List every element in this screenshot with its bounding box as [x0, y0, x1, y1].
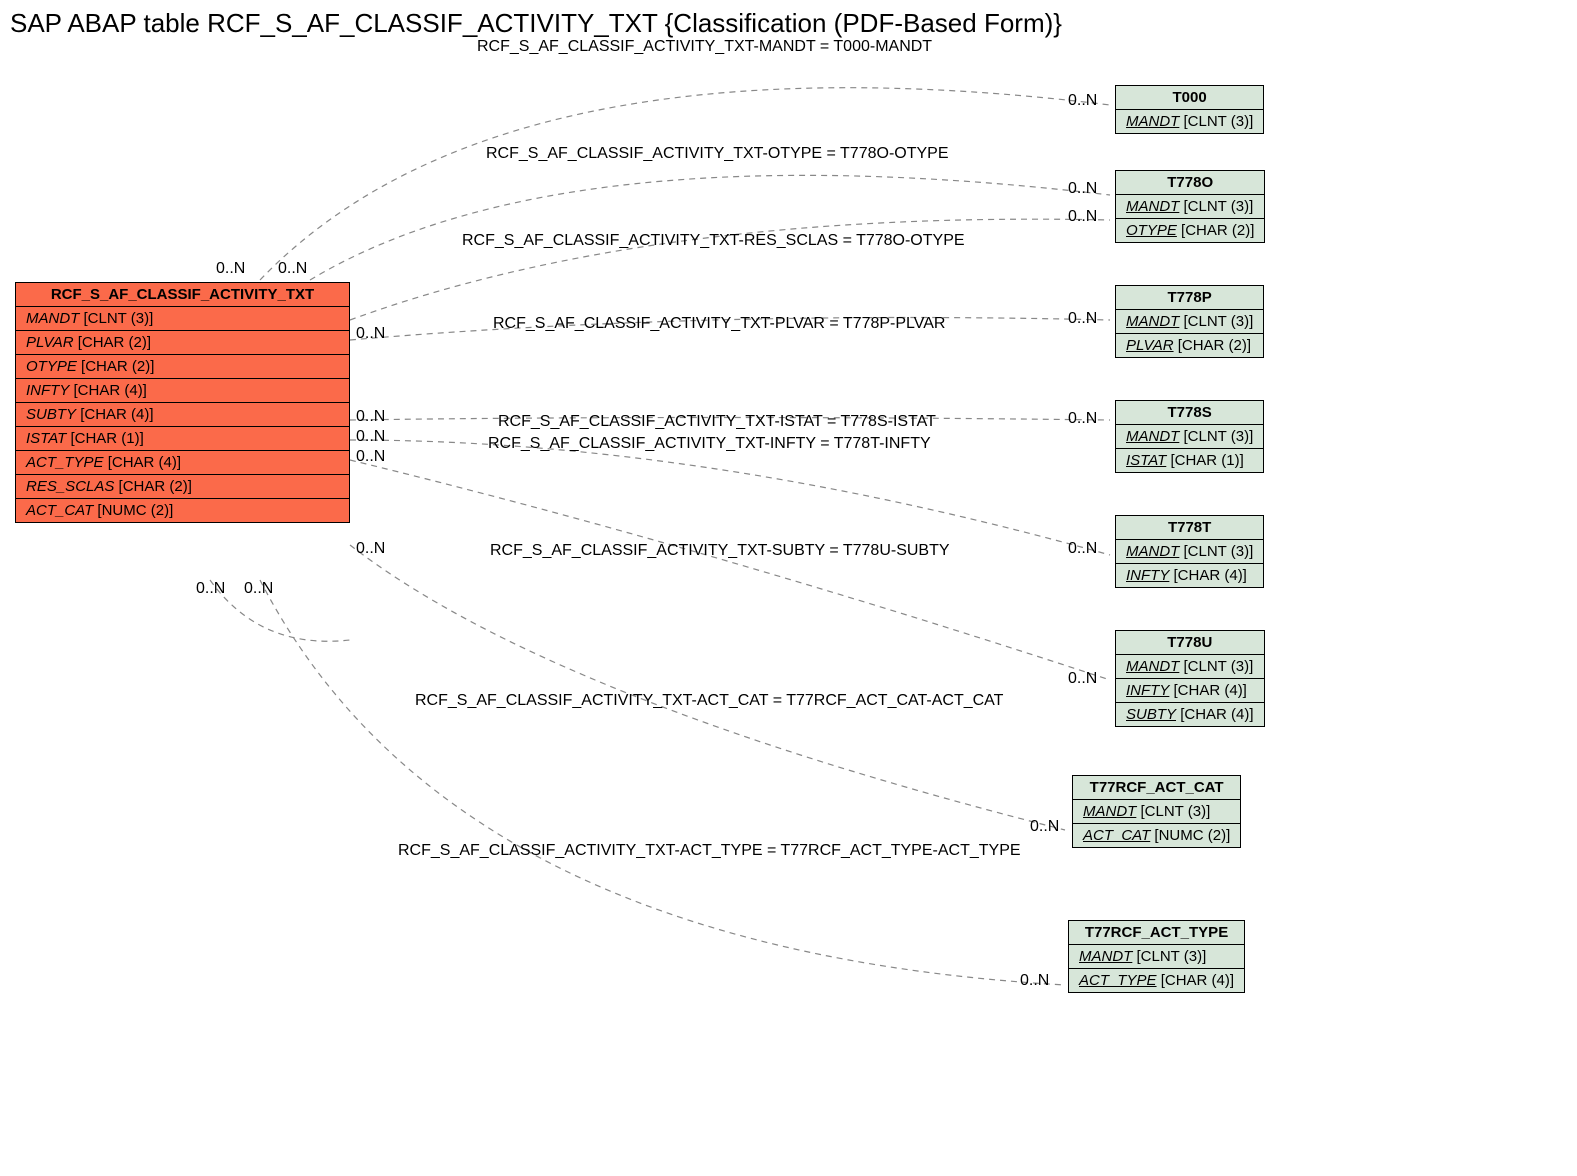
field-row: RES_SCLAS [CHAR (2)] — [16, 475, 349, 499]
entity-name: T778S — [1116, 401, 1263, 425]
field-row: MANDT [CLNT (3)] — [1116, 540, 1263, 564]
field-row: MANDT [CLNT (3)] — [1116, 655, 1264, 679]
field-row: MANDT [CLNT (3)] — [1069, 945, 1244, 969]
entity-main: RCF_S_AF_CLASSIF_ACTIVITY_TXT MANDT [CLN… — [15, 282, 350, 523]
entity-name: T778O — [1116, 171, 1264, 195]
field-row: MANDT [CLNT (3)] — [1116, 425, 1263, 449]
relation-label: RCF_S_AF_CLASSIF_ACTIVITY_TXT-INFTY = T7… — [488, 435, 931, 453]
field-row: INFTY [CHAR (4)] — [1116, 564, 1263, 587]
cardinality: 0..N — [1030, 818, 1059, 836]
field-row: ACT_TYPE [CHAR (4)] — [16, 451, 349, 475]
field-row: SUBTY [CHAR (4)] — [16, 403, 349, 427]
entity-t77rcf-act-type: T77RCF_ACT_TYPE MANDT [CLNT (3)] ACT_TYP… — [1068, 920, 1245, 993]
entity-t778u: T778U MANDT [CLNT (3)] INFTY [CHAR (4)] … — [1115, 630, 1265, 727]
cardinality: 0..N — [278, 260, 307, 278]
relation-label: RCF_S_AF_CLASSIF_ACTIVITY_TXT-ISTAT = T7… — [498, 413, 936, 431]
cardinality: 0..N — [244, 580, 273, 598]
relation-lines — [0, 0, 1577, 1176]
cardinality: 0..N — [356, 540, 385, 558]
field-row: INFTY [CHAR (4)] — [16, 379, 349, 403]
cardinality: 0..N — [356, 448, 385, 466]
cardinality: 0..N — [1068, 92, 1097, 110]
entity-t000: T000 MANDT [CLNT (3)] — [1115, 85, 1264, 134]
relation-label: RCF_S_AF_CLASSIF_ACTIVITY_TXT-RES_SCLAS … — [462, 232, 965, 250]
cardinality: 0..N — [196, 580, 225, 598]
field-row: MANDT [CLNT (3)] — [1073, 800, 1240, 824]
field-row: ISTAT [CHAR (1)] — [16, 427, 349, 451]
field-row: MANDT [CLNT (3)] — [16, 307, 349, 331]
field-row: ACT_CAT [NUMC (2)] — [16, 499, 349, 522]
cardinality: 0..N — [1068, 410, 1097, 428]
cardinality: 0..N — [356, 408, 385, 426]
cardinality: 0..N — [1068, 670, 1097, 688]
relation-label: RCF_S_AF_CLASSIF_ACTIVITY_TXT-OTYPE = T7… — [486, 145, 949, 163]
field-row: MANDT [CLNT (3)] — [1116, 195, 1264, 219]
field-row: INFTY [CHAR (4)] — [1116, 679, 1264, 703]
entity-name: T77RCF_ACT_TYPE — [1069, 921, 1244, 945]
relation-label: RCF_S_AF_CLASSIF_ACTIVITY_TXT-PLVAR = T7… — [493, 315, 945, 333]
entity-main-name: RCF_S_AF_CLASSIF_ACTIVITY_TXT — [16, 283, 349, 307]
relation-label: RCF_S_AF_CLASSIF_ACTIVITY_TXT-MANDT = T0… — [477, 38, 932, 56]
cardinality: 0..N — [1068, 208, 1097, 226]
cardinality: 0..N — [356, 428, 385, 446]
cardinality: 0..N — [1068, 180, 1097, 198]
field-row: MANDT [CLNT (3)] — [1116, 110, 1263, 133]
entity-t778s: T778S MANDT [CLNT (3)] ISTAT [CHAR (1)] — [1115, 400, 1264, 473]
entity-t778p: T778P MANDT [CLNT (3)] PLVAR [CHAR (2)] — [1115, 285, 1264, 358]
entity-name: T778P — [1116, 286, 1263, 310]
field-row: OTYPE [CHAR (2)] — [16, 355, 349, 379]
relation-label: RCF_S_AF_CLASSIF_ACTIVITY_TXT-ACT_TYPE =… — [398, 842, 1021, 860]
entity-t77rcf-act-cat: T77RCF_ACT_CAT MANDT [CLNT (3)] ACT_CAT … — [1072, 775, 1241, 848]
diagram-title: SAP ABAP table RCF_S_AF_CLASSIF_ACTIVITY… — [10, 8, 1062, 39]
field-row: ISTAT [CHAR (1)] — [1116, 449, 1263, 472]
cardinality: 0..N — [1068, 310, 1097, 328]
entity-t778t: T778T MANDT [CLNT (3)] INFTY [CHAR (4)] — [1115, 515, 1264, 588]
entity-name: T778T — [1116, 516, 1263, 540]
field-row: SUBTY [CHAR (4)] — [1116, 703, 1264, 726]
cardinality: 0..N — [356, 325, 385, 343]
entity-name: T77RCF_ACT_CAT — [1073, 776, 1240, 800]
field-row: MANDT [CLNT (3)] — [1116, 310, 1263, 334]
field-row: ACT_CAT [NUMC (2)] — [1073, 824, 1240, 847]
entity-name: T778U — [1116, 631, 1264, 655]
cardinality: 0..N — [1068, 540, 1097, 558]
field-row: OTYPE [CHAR (2)] — [1116, 219, 1264, 242]
cardinality: 0..N — [1020, 972, 1049, 990]
relation-label: RCF_S_AF_CLASSIF_ACTIVITY_TXT-SUBTY = T7… — [490, 542, 950, 560]
field-row: PLVAR [CHAR (2)] — [16, 331, 349, 355]
relation-label: RCF_S_AF_CLASSIF_ACTIVITY_TXT-ACT_CAT = … — [415, 692, 1003, 710]
entity-t778o: T778O MANDT [CLNT (3)] OTYPE [CHAR (2)] — [1115, 170, 1265, 243]
field-row: PLVAR [CHAR (2)] — [1116, 334, 1263, 357]
entity-name: T000 — [1116, 86, 1263, 110]
cardinality: 0..N — [216, 260, 245, 278]
field-row: ACT_TYPE [CHAR (4)] — [1069, 969, 1244, 992]
